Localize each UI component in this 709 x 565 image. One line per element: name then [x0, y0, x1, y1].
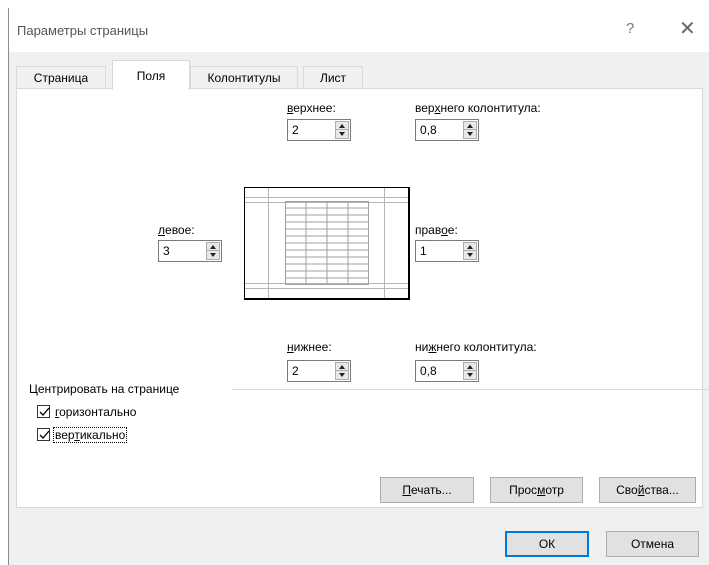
bottom-margin-label: нижнее: — [287, 340, 332, 354]
horizontal-label[interactable]: горизонтально — [55, 405, 136, 419]
spin-up-icon[interactable] — [207, 243, 219, 251]
left-margin-value[interactable]: 3 — [163, 244, 170, 258]
left-margin-label: левое: — [158, 223, 195, 237]
bottom-margin-spin-buttons[interactable] — [335, 362, 349, 380]
close-icon[interactable]: ✕ — [679, 16, 696, 41]
checkmark-icon — [39, 407, 50, 416]
ok-button[interactable]: ОК — [505, 531, 589, 557]
spin-down-icon[interactable] — [464, 371, 476, 379]
spin-up-icon[interactable] — [336, 122, 348, 130]
spin-down-icon[interactable] — [207, 251, 219, 259]
print-button[interactable]: Печать... — [380, 477, 474, 503]
options-button[interactable]: Свойства... — [599, 477, 696, 503]
header-margin-label: верхнего колонтитула: — [415, 101, 541, 115]
dialog-footer: ОК Отмена — [9, 515, 709, 565]
footer-margin-spin-buttons[interactable] — [463, 362, 477, 380]
section-divider — [232, 389, 709, 390]
left-margin-spinner[interactable]: 3 — [158, 240, 222, 262]
top-margin-label: верхнее: — [287, 101, 336, 115]
top-margin-spin-buttons[interactable] — [335, 121, 349, 139]
checkmark-icon — [39, 430, 50, 439]
spin-down-icon[interactable] — [336, 371, 348, 379]
vertical-label[interactable]: вертикально — [53, 427, 128, 443]
cancel-button[interactable]: Отмена — [606, 531, 699, 557]
horizontal-checkbox[interactable] — [37, 405, 50, 418]
tab-page[interactable]: Страница — [16, 66, 106, 90]
bottom-margin-value[interactable]: 2 — [292, 364, 299, 378]
right-margin-value[interactable]: 1 — [420, 244, 427, 258]
footer-margin-label: нижнего колонтитула: — [415, 340, 537, 354]
bottom-margin-spinner[interactable]: 2 — [287, 360, 351, 382]
top-margin-spinner[interactable]: 2 — [287, 119, 351, 141]
margins-preview — [244, 187, 410, 300]
header-margin-value[interactable]: 0,8 — [420, 123, 437, 137]
right-margin-label: правое: — [415, 223, 458, 237]
header-margin-spin-buttons[interactable] — [463, 121, 477, 139]
vertical-checkbox[interactable] — [37, 428, 50, 441]
top-margin-value[interactable]: 2 — [292, 123, 299, 137]
spin-up-icon[interactable] — [336, 363, 348, 371]
spin-down-icon[interactable] — [336, 130, 348, 138]
preview-table-icon — [285, 201, 369, 285]
tab-margins[interactable]: Поля — [112, 60, 190, 90]
print-preview-button[interactable]: Просмотр — [490, 477, 583, 503]
right-margin-spin-buttons[interactable] — [463, 242, 477, 260]
page-setup-dialog: Параметры страницы ? ✕ Страница Поля Кол… — [8, 8, 709, 565]
footer-margin-value[interactable]: 0,8 — [420, 364, 437, 378]
center-on-page-title: Центрировать на странице — [29, 382, 180, 396]
spin-up-icon[interactable] — [464, 243, 476, 251]
left-margin-spin-buttons[interactable] — [206, 242, 220, 260]
header-margin-spinner[interactable]: 0,8 — [415, 119, 479, 141]
footer-margin-spinner[interactable]: 0,8 — [415, 360, 479, 382]
spin-up-icon[interactable] — [464, 363, 476, 371]
spin-up-icon[interactable] — [464, 122, 476, 130]
help-icon[interactable]: ? — [626, 20, 634, 37]
tab-sheet[interactable]: Лист — [303, 66, 363, 90]
margins-panel: верхнее: 2 верхнего колонтитула: 0,8 лев… — [16, 88, 703, 508]
title-bar: Параметры страницы ? ✕ — [9, 8, 709, 52]
tab-header-footer[interactable]: Колонтитулы — [190, 66, 298, 90]
spin-down-icon[interactable] — [464, 251, 476, 259]
dialog-title: Параметры страницы — [17, 23, 149, 38]
spin-down-icon[interactable] — [464, 130, 476, 138]
right-margin-spinner[interactable]: 1 — [415, 240, 479, 262]
